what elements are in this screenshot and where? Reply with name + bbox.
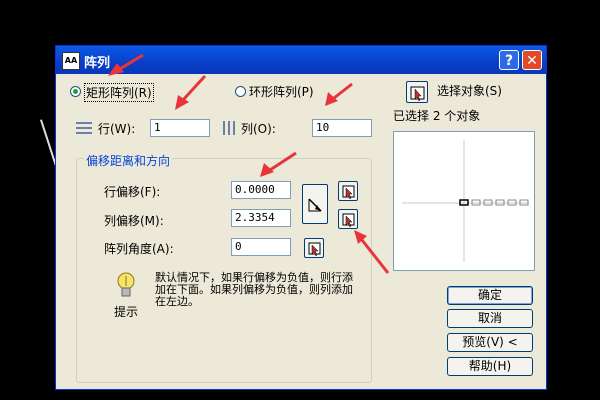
annotation-arrows: [108, 53, 390, 274]
